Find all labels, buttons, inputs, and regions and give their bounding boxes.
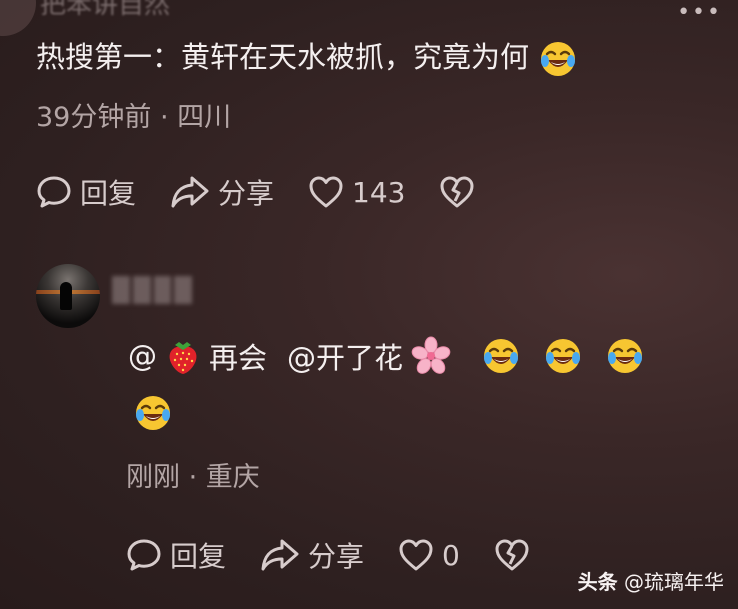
comment-meta: 39分钟前 · 四川: [36, 95, 231, 134]
reply-reply-button[interactable]: 回复: [126, 535, 226, 575]
reply-avatar[interactable]: [36, 264, 100, 328]
heart-icon: [398, 538, 434, 572]
meta-separator: ·: [188, 462, 198, 493]
speech-bubble-icon: [36, 174, 72, 210]
watermark-brand: 头条: [577, 570, 618, 594]
dislike-button[interactable]: [439, 175, 475, 209]
like-count: 0: [442, 538, 460, 572]
more-menu-icon[interactable]: •••: [677, 0, 722, 25]
comment-text: 热搜第一：黄轩在天水被抓，究竟为何: [36, 34, 578, 79]
reply-time: 刚刚: [126, 462, 180, 493]
reply-meta: 刚刚 · 重庆: [126, 455, 260, 494]
reply-button[interactable]: 回复: [36, 172, 136, 212]
reply-mention-at[interactable]: @: [128, 339, 157, 373]
comment-time: 39分钟前: [36, 102, 152, 133]
laughing-crying-emoji: [484, 339, 519, 373]
meta-separator: ·: [159, 102, 169, 133]
reply-location: 重庆: [205, 462, 260, 493]
reply-text: @ 再会 @开了花: [128, 335, 645, 377]
top-avatar[interactable]: [0, 0, 36, 36]
reply-username-blurred[interactable]: [112, 276, 192, 304]
like-count: 143: [352, 175, 406, 209]
laughing-crying-emoji: [136, 396, 170, 430]
share-arrow-icon: [260, 537, 300, 573]
reply-share-button[interactable]: 分享: [260, 535, 364, 575]
share-button[interactable]: 分享: [170, 172, 274, 212]
comment-text-content: 热搜第一：黄轩在天水被抓，究竟为何: [36, 40, 530, 74]
speech-bubble-icon: [126, 537, 162, 573]
laughing-crying-emoji: [546, 339, 581, 373]
reply-label: 回复: [170, 540, 227, 573]
top-username[interactable]: 把苯讲自然: [40, 0, 170, 21]
strawberry-emoji: [169, 342, 197, 374]
laughing-crying-emoji: [608, 339, 643, 373]
broken-heart-icon: [439, 175, 475, 209]
share-label: 分享: [308, 540, 365, 573]
laughing-crying-emoji: [541, 42, 576, 76]
reply-text-wrap-emoji: [133, 393, 173, 433]
comment-actions: 回复 分享 143: [36, 172, 475, 212]
comment-location: 四川: [177, 102, 232, 133]
share-label: 分享: [218, 177, 275, 210]
watermark: 头条 @琉璃年华: [578, 566, 724, 595]
reply-dislike-button[interactable]: [494, 538, 530, 572]
reply-mention-name1[interactable]: 再会: [209, 335, 267, 377]
share-arrow-icon: [170, 174, 210, 210]
reply-actions: 回复 分享 0: [126, 535, 530, 575]
heart-icon: [308, 175, 344, 209]
watermark-handle: @琉璃年华: [624, 570, 724, 594]
reply-label: 回复: [80, 177, 137, 210]
reply-like-button[interactable]: 0: [398, 538, 460, 572]
broken-heart-icon: [494, 538, 530, 572]
like-button[interactable]: 143: [308, 175, 405, 209]
reply-mention-name2[interactable]: @开了花: [287, 335, 403, 377]
cherry-blossom-emoji: [411, 336, 451, 374]
